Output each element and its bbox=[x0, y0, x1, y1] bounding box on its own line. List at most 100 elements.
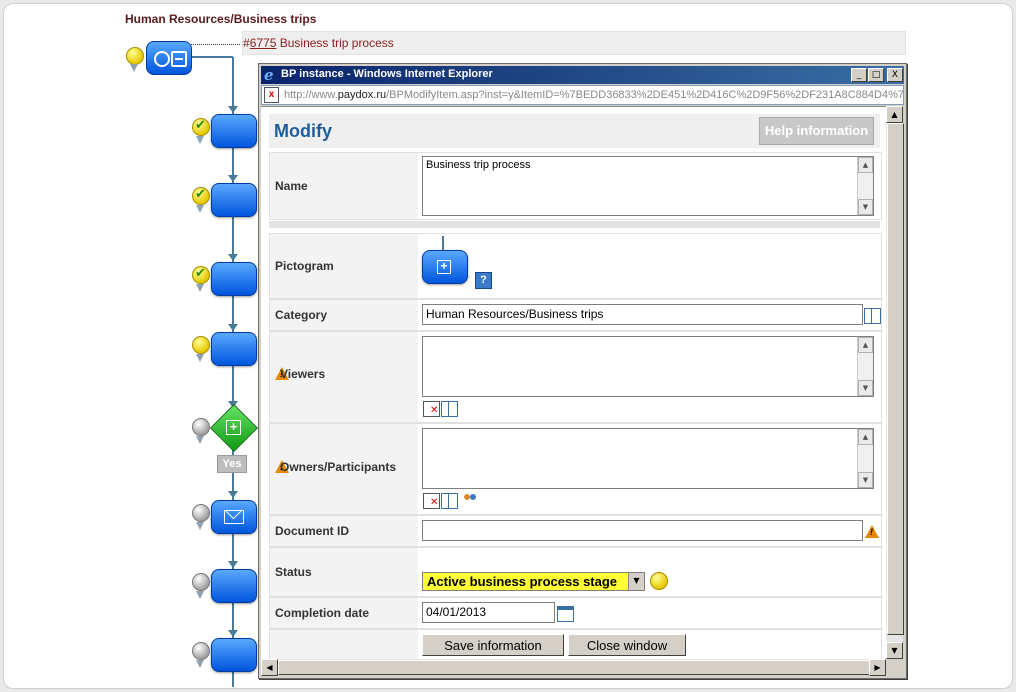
save-information-button[interactable]: Save information bbox=[422, 634, 564, 656]
viewers-textarea[interactable]: ▲ ▼ bbox=[422, 336, 874, 397]
indicator-tail-icon bbox=[196, 522, 204, 530]
flow-connector bbox=[190, 56, 233, 58]
help-information-button[interactable]: Help information bbox=[759, 117, 874, 145]
vertical-scroll-thumb[interactable] bbox=[887, 123, 904, 635]
flow-arrow bbox=[228, 324, 238, 331]
indicator-tail-icon bbox=[196, 436, 204, 444]
buttons-label-cell bbox=[270, 630, 420, 660]
textarea-scrollbar[interactable]: ▲ ▼ bbox=[857, 429, 873, 488]
status-indicator-grey bbox=[192, 418, 210, 436]
textarea-scrollbar[interactable]: ▲ ▼ bbox=[857, 157, 873, 215]
warning-icon bbox=[865, 525, 879, 538]
scroll-up-icon[interactable]: ▲ bbox=[858, 429, 873, 445]
scroll-down-icon[interactable]: ▼ bbox=[858, 472, 873, 488]
scroll-left-icon[interactable]: ◀ bbox=[261, 659, 278, 676]
name-textarea[interactable]: Business trip process ▲ ▼ bbox=[422, 156, 874, 216]
completion-date-input[interactable]: 04/01/2013 bbox=[422, 602, 555, 623]
book-icon[interactable] bbox=[441, 401, 458, 417]
flow-arrow bbox=[228, 175, 238, 182]
address-bar[interactable]: x http://www.paydox.ru/BPModifyItem.asp?… bbox=[261, 85, 904, 105]
category-label-cell: Category bbox=[270, 300, 420, 330]
plus-icon: + bbox=[226, 420, 241, 435]
pictogram-node[interactable]: + bbox=[422, 250, 468, 284]
status-indicator-grey bbox=[192, 573, 210, 591]
category-row: Category Human Resources/Business trips bbox=[269, 299, 882, 331]
pictogram-label-cell: Pictogram bbox=[270, 234, 420, 298]
status-select[interactable]: Active business process stage ▼ bbox=[422, 572, 645, 591]
address-url[interactable]: http://www.paydox.ru/BPModifyItem.asp?in… bbox=[284, 89, 904, 101]
docid-label-cell: Document ID bbox=[270, 516, 420, 546]
page-icon: x bbox=[264, 87, 279, 103]
circle-icon bbox=[154, 51, 170, 67]
process-step-node[interactable] bbox=[211, 183, 257, 217]
maximize-button[interactable]: □ bbox=[868, 68, 884, 82]
delete-list-icon[interactable] bbox=[423, 401, 440, 417]
docid-label: Document ID bbox=[275, 524, 350, 538]
category-label: Category bbox=[275, 308, 328, 322]
completion-label: Completion date bbox=[275, 606, 370, 620]
ie-logo-icon: e bbox=[264, 66, 274, 84]
owners-label-cell: Owners/Participants bbox=[270, 424, 420, 514]
ie-popup-window: e BP instance - Windows Internet Explore… bbox=[258, 63, 907, 679]
url-path: /BPModifyItem.asp?inst=y&ItemID=%7BEDD36… bbox=[386, 89, 904, 101]
process-step-node[interactable] bbox=[211, 638, 257, 672]
indicator-tail-icon bbox=[196, 284, 204, 292]
completion-date-row: Completion date 04/01/2013 bbox=[269, 597, 882, 629]
chevron-down-icon[interactable]: ▼ bbox=[628, 573, 644, 590]
process-number-link[interactable]: 6775 bbox=[250, 36, 277, 50]
indicator-tail-icon bbox=[196, 136, 204, 144]
scroll-right-icon[interactable]: ▶ bbox=[869, 659, 886, 676]
status-indicator-yellow bbox=[650, 572, 668, 590]
delete-list-icon[interactable] bbox=[423, 493, 440, 509]
status-label: Status bbox=[275, 565, 312, 579]
category-input[interactable]: Human Resources/Business trips bbox=[422, 304, 863, 325]
scroll-down-icon[interactable]: ▼ bbox=[858, 380, 873, 396]
scroll-down-icon[interactable]: ▼ bbox=[858, 199, 873, 215]
horizontal-scrollbar[interactable]: ◀ ▶ bbox=[261, 659, 886, 676]
calendar-icon[interactable] bbox=[557, 606, 574, 622]
owners-textarea[interactable]: ▲ ▼ bbox=[422, 428, 874, 489]
process-step-node[interactable] bbox=[211, 262, 257, 296]
start-node[interactable] bbox=[146, 41, 192, 75]
window-title-bar[interactable]: e BP instance - Windows Internet Explore… bbox=[261, 66, 904, 84]
flow-arrow bbox=[228, 106, 238, 113]
book-icon[interactable] bbox=[864, 308, 881, 324]
scroll-down-icon[interactable]: ▼ bbox=[886, 642, 903, 659]
book-icon[interactable] bbox=[441, 493, 458, 509]
status-indicator-yellow bbox=[192, 336, 210, 354]
completed-check-indicator bbox=[192, 118, 210, 136]
active-step-node[interactable] bbox=[211, 332, 257, 366]
document-id-input[interactable] bbox=[422, 520, 863, 541]
close-window-button[interactable]: X bbox=[887, 68, 903, 82]
status-indicator-grey bbox=[192, 642, 210, 660]
minus-box-icon bbox=[171, 51, 187, 67]
breadcrumb[interactable]: Human Resources/Business trips bbox=[125, 12, 316, 26]
process-step-node[interactable] bbox=[211, 114, 257, 148]
close-window-form-button[interactable]: Close window bbox=[568, 634, 686, 656]
people-icon[interactable] bbox=[462, 493, 477, 507]
completion-label-cell: Completion date bbox=[270, 598, 420, 628]
textarea-scrollbar[interactable]: ▲ ▼ bbox=[857, 337, 873, 396]
flow-arrow bbox=[228, 254, 238, 261]
form-title: Modify bbox=[274, 121, 332, 141]
url-prefix: http://www. bbox=[284, 89, 338, 101]
scroll-up-icon[interactable]: ▲ bbox=[886, 106, 903, 123]
process-step-node[interactable] bbox=[211, 569, 257, 603]
plus-icon: + bbox=[437, 260, 451, 274]
help-question-icon[interactable]: ? bbox=[475, 272, 492, 289]
horizontal-scroll-thumb[interactable] bbox=[278, 660, 870, 675]
indicator-tail-icon bbox=[196, 591, 204, 599]
scroll-up-icon[interactable]: ▲ bbox=[858, 337, 873, 353]
scroll-up-icon[interactable]: ▲ bbox=[858, 157, 873, 173]
envelope-icon bbox=[224, 510, 244, 524]
pictogram-row: Pictogram + ? bbox=[269, 233, 882, 299]
url-domain: paydox.ru bbox=[337, 89, 387, 101]
vertical-scrollbar[interactable]: ▲ ▼ bbox=[886, 106, 904, 659]
name-label: Name bbox=[275, 179, 308, 193]
email-step-node[interactable] bbox=[211, 500, 257, 534]
process-link[interactable]: #6775 Business trip process bbox=[243, 36, 394, 50]
flow-arrow bbox=[228, 491, 238, 498]
yes-branch-label[interactable]: Yes bbox=[217, 455, 247, 473]
minimize-button[interactable]: _ bbox=[851, 68, 867, 82]
flow-arrow bbox=[228, 561, 238, 568]
